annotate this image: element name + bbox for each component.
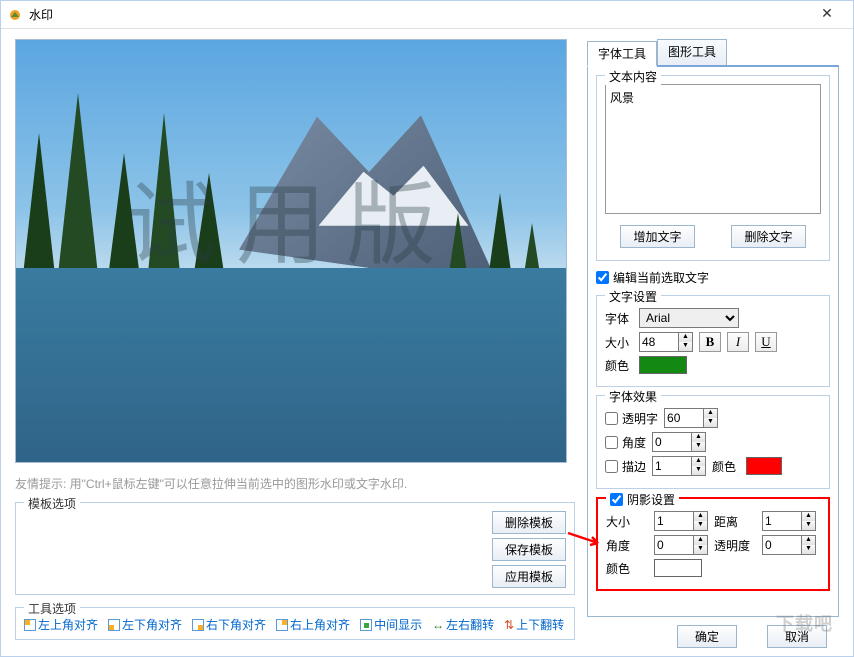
template-legend: 模板选项 xyxy=(24,495,80,512)
window-title: 水印 xyxy=(29,6,807,23)
transparent-checkbox[interactable]: 透明字 xyxy=(605,410,658,427)
font-settings-group: 文字设置 字体 Arial 大小 ▲▼ B I U xyxy=(596,295,830,387)
italic-button[interactable]: I xyxy=(727,332,749,352)
shadow-opacity-input[interactable] xyxy=(762,535,802,555)
right-pane: 字体工具 图形工具 文本内容 风景 增加文字 删除文字 编辑当前选取文字 xyxy=(583,29,853,656)
align-tl-icon xyxy=(24,619,36,631)
edit-selected-checkbox[interactable]: 编辑当前选取文字 xyxy=(596,269,709,286)
app-icon xyxy=(7,7,23,23)
align-mid-icon xyxy=(360,619,372,631)
stroke-color-picker[interactable] xyxy=(746,457,782,475)
text-content-label: 文本内容 xyxy=(605,68,661,85)
align-top-left[interactable]: 左上角对齐 xyxy=(24,616,98,633)
tab-bar: 字体工具 图形工具 xyxy=(587,39,839,67)
stroke-color-label: 颜色 xyxy=(712,458,740,475)
titlebar: 水印 ✕ xyxy=(1,1,853,29)
bold-button[interactable]: B xyxy=(699,332,721,352)
stroke-spinner[interactable]: ▲▼ xyxy=(692,456,706,476)
apply-template-button[interactable]: 应用模板 xyxy=(492,565,566,588)
shadow-angle-spinner[interactable]: ▲▼ xyxy=(694,535,708,555)
preview-image[interactable]: 试用版 xyxy=(15,39,567,463)
flip-horizontal[interactable]: ↔左右翻转 xyxy=(432,616,494,633)
shadow-color-picker[interactable] xyxy=(654,559,702,577)
font-label: 字体 xyxy=(605,310,633,327)
align-bottom-right[interactable]: 右下角对齐 xyxy=(192,616,266,633)
shadow-enable-checkbox[interactable]: 阴影设置 xyxy=(610,491,675,508)
ok-button[interactable]: 确定 xyxy=(677,625,737,648)
shadow-size-input[interactable] xyxy=(654,511,694,531)
content-area: 试用版 友情提示: 用"Ctrl+鼠标左键"可以任意拉伸当前选中的图形水印或文字… xyxy=(1,29,853,656)
transparent-value[interactable] xyxy=(664,408,704,428)
shadow-opacity-label: 透明度 xyxy=(714,537,756,554)
align-bottom-left[interactable]: 左下角对齐 xyxy=(108,616,182,633)
flip-h-icon: ↔ xyxy=(432,618,444,632)
align-bl-icon xyxy=(108,619,120,631)
close-button[interactable]: ✕ xyxy=(807,5,847,25)
font-effects-label: 字体效果 xyxy=(605,388,661,405)
tool-section: 工具选项 左上角对齐 左下角对齐 右下角对齐 右上角对齐 中间显示 ↔左右翻转 … xyxy=(15,607,575,640)
watermark-sample-text: 试用版 xyxy=(126,152,456,282)
align-top-right[interactable]: 右上角对齐 xyxy=(276,616,350,633)
font-settings-label: 文字设置 xyxy=(605,288,661,305)
font-family-select[interactable]: Arial xyxy=(639,308,739,328)
flip-v-icon: ⇅ xyxy=(504,618,514,632)
stroke-value[interactable] xyxy=(652,456,692,476)
delete-text-button[interactable]: 删除文字 xyxy=(731,225,805,248)
shadow-angle-label: 角度 xyxy=(606,537,648,554)
font-color-label: 颜色 xyxy=(605,357,633,374)
text-content-group: 文本内容 风景 增加文字 删除文字 xyxy=(596,75,830,261)
angle-value[interactable] xyxy=(652,432,692,452)
transparent-spinner[interactable]: ▲▼ xyxy=(704,408,718,428)
shadow-size-spinner[interactable]: ▲▼ xyxy=(694,511,708,531)
font-size-spinner[interactable]: ▲▼ xyxy=(679,332,693,352)
edit-selected-input[interactable] xyxy=(596,271,609,284)
shadow-distance-spinner[interactable]: ▲▼ xyxy=(802,511,816,531)
flip-vertical[interactable]: ⇅上下翻转 xyxy=(504,616,564,633)
font-size-input[interactable] xyxy=(639,332,679,352)
angle-checkbox[interactable]: 角度 xyxy=(605,434,646,451)
size-label: 大小 xyxy=(605,334,633,351)
tab-shape-tools[interactable]: 图形工具 xyxy=(657,39,727,65)
underline-button[interactable]: U xyxy=(755,332,777,352)
shadow-angle-input[interactable] xyxy=(654,535,694,555)
shadow-settings-group: 阴影设置 大小 ▲▼ 距离 ▲▼ 角度 ▲▼ 透明度 ▲▼ 颜色 xyxy=(596,497,830,591)
tool-legend: 工具选项 xyxy=(24,600,80,617)
shadow-size-label: 大小 xyxy=(606,513,648,530)
shadow-legend: 阴影设置 xyxy=(606,491,679,509)
watermark-text-input[interactable]: 风景 xyxy=(605,84,821,214)
shadow-distance-input[interactable] xyxy=(762,511,802,531)
site-watermark: 下载吧 xyxy=(770,608,839,638)
tab-font-tools[interactable]: 字体工具 xyxy=(587,41,657,67)
delete-template-button[interactable]: 删除模板 xyxy=(492,511,566,534)
left-pane: 试用版 友情提示: 用"Ctrl+鼠标左键"可以任意拉伸当前选中的图形水印或文字… xyxy=(1,29,583,656)
watermark-dialog: 水印 ✕ 试用版 友情提示 xyxy=(0,0,854,657)
shadow-opacity-spinner[interactable]: ▲▼ xyxy=(802,535,816,555)
save-template-button[interactable]: 保存模板 xyxy=(492,538,566,561)
align-br-icon xyxy=(192,619,204,631)
shadow-color-label: 颜色 xyxy=(606,560,648,577)
align-tr-icon xyxy=(276,619,288,631)
template-section: 模板选项 删除模板 保存模板 应用模板 xyxy=(15,502,575,595)
align-center[interactable]: 中间显示 xyxy=(360,616,422,633)
font-effects-group: 字体效果 透明字 ▲▼ 角度 ▲▼ 描边 ▲▼ 颜色 xyxy=(596,395,830,489)
add-text-button[interactable]: 增加文字 xyxy=(620,225,694,248)
hint-text: 友情提示: 用"Ctrl+鼠标左键"可以任意拉伸当前选中的图形水印或文字水印. xyxy=(15,475,575,492)
angle-spinner[interactable]: ▲▼ xyxy=(692,432,706,452)
tab-body: 文本内容 风景 增加文字 删除文字 编辑当前选取文字 文字设置 字体 Arial xyxy=(587,67,839,617)
font-color-picker[interactable] xyxy=(639,356,687,374)
stroke-checkbox[interactable]: 描边 xyxy=(605,458,646,475)
shadow-distance-label: 距离 xyxy=(714,513,756,530)
